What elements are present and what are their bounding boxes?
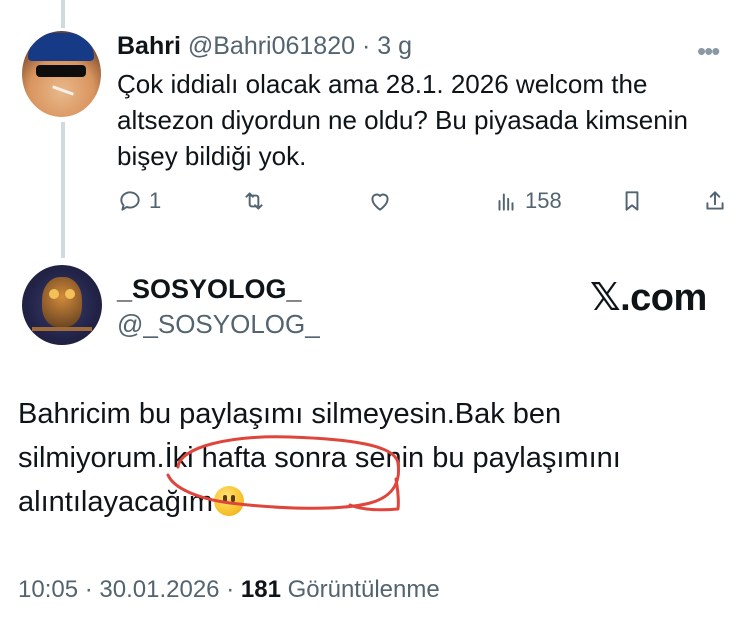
sunglasses-graphic bbox=[36, 65, 86, 77]
share-icon bbox=[706, 191, 724, 210]
tweet-time[interactable]: 10:05 bbox=[18, 576, 78, 603]
user-handle[interactable]: @_SOSYOLOG_ bbox=[117, 309, 320, 340]
more-options-icon[interactable]: ••• bbox=[697, 36, 720, 67]
owl-eye-graphic bbox=[49, 289, 59, 299]
separator-dot: · bbox=[361, 32, 371, 60]
bookmark-button[interactable] bbox=[619, 188, 645, 214]
tweet-body: Bahricim bu paylaşımı silmeyesin.Bak ben… bbox=[18, 398, 621, 518]
branch-graphic bbox=[32, 327, 92, 331]
retweet-button[interactable] bbox=[241, 188, 273, 214]
xcom-watermark: 𝕏.com bbox=[590, 277, 707, 319]
views-button[interactable]: 158 bbox=[493, 188, 562, 214]
upside-down-face-emoji-icon bbox=[214, 486, 245, 516]
owl-eye-graphic bbox=[65, 289, 75, 299]
retweet-icon bbox=[245, 192, 263, 210]
avatar[interactable] bbox=[22, 265, 102, 345]
like-button[interactable] bbox=[367, 188, 399, 214]
views-count: 181 bbox=[240, 576, 281, 603]
reply-count: 1 bbox=[149, 188, 162, 213]
analytics-icon bbox=[498, 193, 514, 211]
views-label: Görüntülenme bbox=[287, 576, 440, 603]
avatar[interactable] bbox=[22, 31, 101, 117]
display-name[interactable]: _SOSYOLOG_ bbox=[117, 274, 302, 305]
reply-button[interactable]: 1 bbox=[117, 188, 161, 214]
bookmark-icon bbox=[625, 191, 639, 211]
separator-dot: · bbox=[84, 576, 93, 603]
tweet-date[interactable]: 30.01.2026 bbox=[99, 576, 219, 603]
hat-graphic bbox=[28, 33, 94, 61]
thread-line-top bbox=[61, 0, 65, 28]
cigarette-graphic bbox=[52, 85, 74, 96]
tweet-time[interactable]: 3 g bbox=[377, 32, 412, 60]
heart-icon bbox=[371, 193, 389, 211]
owl-graphic bbox=[42, 277, 82, 327]
tweet-header: Bahri @Bahri061820 · 3 g bbox=[117, 32, 412, 61]
tweet-actions: 1 158 bbox=[117, 188, 737, 222]
thread-line bbox=[61, 122, 65, 258]
display-name[interactable]: Bahri bbox=[117, 32, 181, 60]
tweet-meta: 10:05 · 30.01.2026 · 181 Görüntülenme bbox=[18, 576, 440, 604]
user-handle[interactable]: @Bahri061820 bbox=[188, 32, 355, 60]
share-button[interactable] bbox=[702, 188, 728, 214]
tweet-text: Bahricim bu paylaşımı silmeyesin.Bak ben… bbox=[18, 392, 718, 524]
reply-icon bbox=[120, 191, 140, 211]
tweet-text: Çok iddialı olacak ama 28.1. 2026 welcom… bbox=[117, 69, 688, 171]
views-count: 158 bbox=[525, 188, 562, 213]
separator-dot: · bbox=[226, 576, 235, 603]
